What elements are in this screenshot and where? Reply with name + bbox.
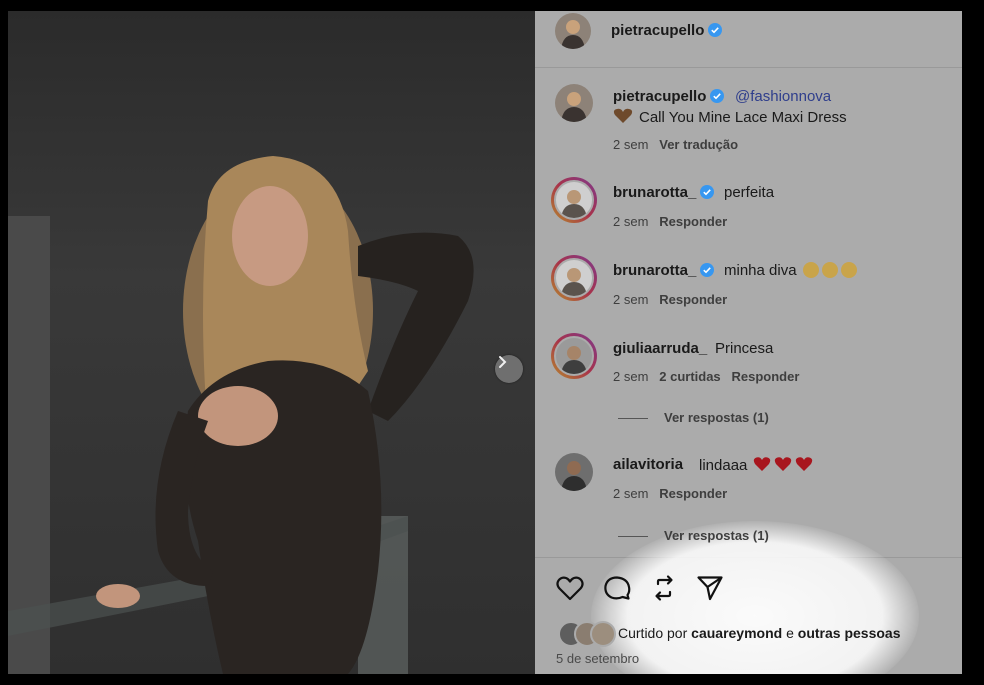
likes-text: Curtido por cauareymond e outras pessoas bbox=[618, 625, 901, 641]
photo-illustration bbox=[8, 156, 474, 674]
repost-icon[interactable] bbox=[649, 573, 679, 603]
share-icon[interactable] bbox=[695, 573, 725, 603]
liker-username[interactable]: cauareymond bbox=[691, 625, 782, 641]
view-replies-button[interactable]: Ver respostas (1) bbox=[618, 528, 769, 543]
comments-panel-foreground: Ver respostas (1) Curtido por cauareymon… bbox=[535, 11, 962, 674]
liker-avatar bbox=[590, 621, 616, 647]
post-modal: pietracupello pietracupello @fashionnova… bbox=[8, 11, 962, 674]
likes-summary[interactable]: Curtido por cauareymond e outras pessoas bbox=[558, 621, 958, 647]
comment-icon[interactable] bbox=[602, 573, 632, 603]
heart-icon[interactable] bbox=[555, 573, 585, 603]
next-image-button[interactable] bbox=[495, 355, 523, 383]
chevron-right-icon bbox=[499, 356, 507, 368]
others-link[interactable]: outras pessoas bbox=[798, 625, 901, 641]
post-photo bbox=[8, 11, 535, 674]
post-date: 5 de setembro bbox=[556, 651, 640, 666]
